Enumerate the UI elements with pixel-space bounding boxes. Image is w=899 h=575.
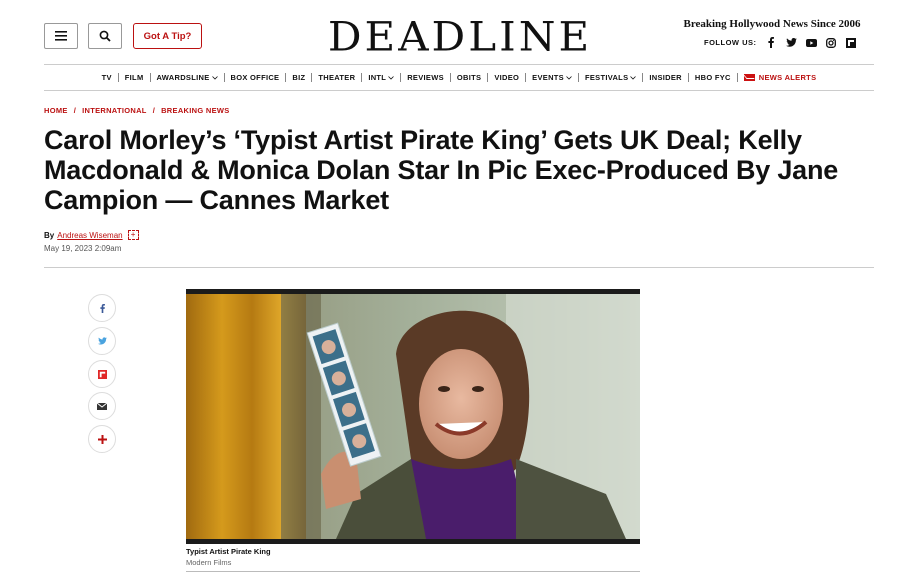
nav-item-festivals[interactable]: FESTIVALS: [577, 73, 642, 82]
byline: By Andreas Wiseman +: [44, 230, 139, 240]
news-alerts-label: NEWS ALERTS: [758, 73, 817, 82]
chevron-down-icon: [211, 73, 218, 82]
nav-item-label: FESTIVALS: [584, 73, 629, 82]
follow-author-icon[interactable]: +: [127, 230, 139, 240]
share-facebook-button[interactable]: [88, 294, 116, 322]
nav-item-awardsline[interactable]: AWARDSLINE: [149, 73, 224, 82]
search-button[interactable]: [88, 23, 122, 49]
nav-item-intl[interactable]: INTL: [361, 73, 400, 82]
image-caption-title: Typist Artist Pirate King: [186, 547, 271, 556]
follow-label: FOLLOW US:: [704, 38, 757, 47]
flipboard-icon[interactable]: [846, 37, 857, 48]
by-label: By: [44, 230, 55, 240]
share-email-button[interactable]: [88, 392, 116, 420]
publish-date: May 19, 2023 2:09am: [44, 244, 122, 253]
nav-item-label: OBITS: [456, 73, 482, 82]
follow-us: FOLLOW US:: [704, 37, 857, 48]
menu-button[interactable]: [44, 23, 78, 49]
nav-item-box-office[interactable]: BOX OFFICE: [223, 73, 286, 82]
hamburger-icon: [55, 31, 67, 41]
email-icon: [97, 402, 107, 410]
twitter-icon: [97, 337, 107, 345]
nav-item-label: BOX OFFICE: [230, 73, 280, 82]
nav-item-label: TV: [101, 73, 112, 82]
nav-item-label: THEATER: [318, 73, 356, 82]
nav-item-film[interactable]: FILM: [117, 73, 150, 82]
breadcrumb-separator: /: [73, 106, 77, 115]
nav-item-biz[interactable]: BIZ: [285, 73, 311, 82]
nav-item-label: AWARDSLINE: [156, 73, 210, 82]
tagline: Breaking Hollywood News Since 2006: [683, 18, 861, 30]
caption-divider: [186, 571, 640, 572]
article-headline: Carol Morley’s ‘Typist Artist Pirate Kin…: [44, 125, 839, 215]
facebook-icon: [99, 303, 105, 313]
nav-item-label: INSIDER: [649, 73, 682, 82]
nav-item-label: VIDEO: [494, 73, 520, 82]
image-credit: Modern Films: [186, 558, 232, 567]
nav-item-label: HBO FYC: [694, 73, 731, 82]
news-alerts-link[interactable]: NEWS ALERTS: [736, 73, 823, 82]
chevron-down-icon: [630, 73, 637, 82]
share-more-button[interactable]: [88, 425, 116, 453]
nav-item-events[interactable]: EVENTS: [525, 73, 578, 82]
share-twitter-button[interactable]: [88, 327, 116, 355]
nav-item-label: EVENTS: [532, 73, 564, 82]
photo-scene: [186, 294, 640, 539]
search-icon: [99, 30, 111, 42]
main-nav: TV FILM AWARDSLINE BOX OFFICE BIZ THEATER INTL…: [44, 64, 874, 91]
nav-item-theater[interactable]: THEATER: [311, 73, 361, 82]
breadcrumb-item[interactable]: BREAKING NEWS: [161, 106, 230, 115]
nav-item-reviews[interactable]: REVIEWS: [400, 73, 450, 82]
nav-item-hbo-fyc[interactable]: HBO FYC: [687, 73, 737, 82]
nav-item-obits[interactable]: OBITS: [449, 73, 487, 82]
author-link[interactable]: Andreas Wiseman: [57, 231, 122, 240]
got-a-tip-button[interactable]: Got A Tip?: [133, 23, 202, 49]
facebook-icon[interactable]: [766, 37, 777, 48]
nav-item-label: REVIEWS: [407, 73, 444, 82]
youtube-icon[interactable]: [805, 37, 817, 48]
nav-item-tv[interactable]: TV: [96, 73, 118, 82]
article-image[interactable]: [186, 289, 640, 544]
nav-item-video[interactable]: VIDEO: [487, 73, 525, 82]
breadcrumb: HOME / INTERNATIONAL / BREAKING NEWS: [44, 106, 230, 115]
divider: [44, 267, 874, 268]
twitter-icon[interactable]: [785, 37, 797, 48]
breadcrumb-item[interactable]: INTERNATIONAL: [82, 106, 147, 115]
instagram-icon[interactable]: [826, 37, 837, 48]
nav-item-label: INTL: [368, 73, 387, 82]
nav-item-label: BIZ: [292, 73, 306, 82]
breadcrumb-separator: /: [152, 106, 156, 115]
site-logo[interactable]: DEADLINE: [320, 15, 600, 59]
nav-item-insider[interactable]: INSIDER: [642, 73, 688, 82]
plus-icon: [97, 434, 107, 444]
featured-photo: [186, 294, 640, 539]
nav-item-label: FILM: [124, 73, 144, 82]
mail-icon: [743, 74, 755, 81]
chevron-down-icon: [566, 73, 572, 82]
flipboard-icon: [97, 369, 107, 379]
chevron-down-icon: [388, 73, 394, 82]
breadcrumb-item[interactable]: HOME: [44, 106, 68, 115]
share-flipboard-button[interactable]: [88, 360, 116, 388]
